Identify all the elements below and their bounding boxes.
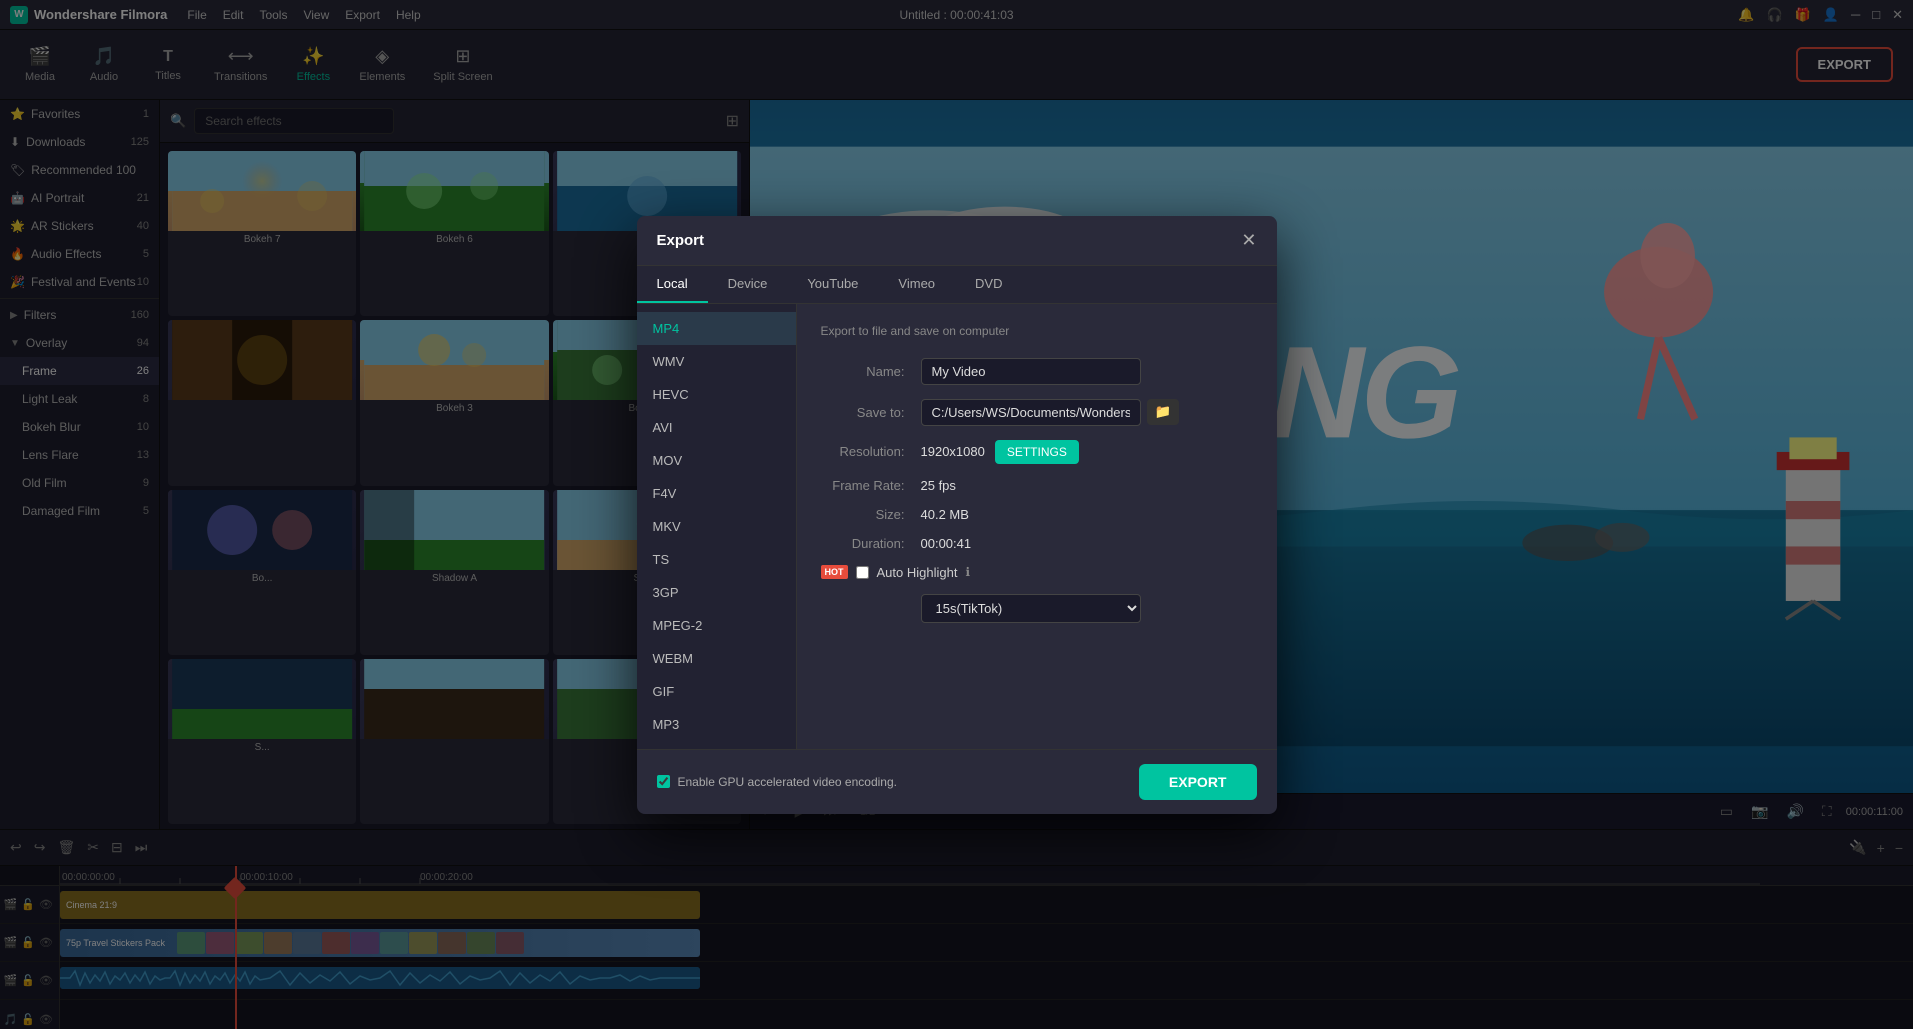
name-setting-row: Name:	[821, 358, 1253, 385]
size-label: Size:	[821, 507, 921, 522]
frame-rate-label: Frame Rate:	[821, 478, 921, 493]
duration-setting-row: Duration: 00:00:41	[821, 536, 1253, 551]
duration-label: Duration:	[821, 536, 921, 551]
modal-title: Export	[657, 232, 705, 249]
modal-tabs: Local Device YouTube Vimeo DVD	[637, 266, 1277, 304]
save-to-input[interactable]	[921, 399, 1141, 426]
format-gif[interactable]: GIF	[637, 675, 796, 708]
format-mkv[interactable]: MKV	[637, 510, 796, 543]
hot-badge: HOT	[821, 565, 848, 579]
format-hevc[interactable]: HEVC	[637, 378, 796, 411]
frame-rate-setting-row: Frame Rate: 25 fps	[821, 478, 1253, 493]
format-avi[interactable]: AVI	[637, 411, 796, 444]
export-description: Export to file and save on computer	[821, 324, 1253, 338]
format-3gp[interactable]: 3GP	[637, 576, 796, 609]
size-value: 40.2 MB	[921, 507, 969, 522]
browse-folder-btn[interactable]: 📁	[1147, 399, 1180, 425]
frame-rate-value: 25 fps	[921, 478, 956, 493]
highlight-duration-select[interactable]: 15s(TikTok)	[921, 594, 1141, 623]
tab-dvd[interactable]: DVD	[955, 266, 1022, 303]
auto-highlight-row: HOT Auto Highlight ℹ	[821, 565, 1253, 580]
format-wmv[interactable]: WMV	[637, 345, 796, 378]
format-mpeg2[interactable]: MPEG-2	[637, 609, 796, 642]
format-list: MP4 WMV HEVC AVI MOV F4V MKV TS 3GP MPEG…	[637, 304, 797, 749]
tab-local[interactable]: Local	[637, 266, 708, 303]
duration-value: 00:00:41	[921, 536, 972, 551]
tab-vimeo[interactable]: Vimeo	[878, 266, 955, 303]
auto-highlight-label: Auto Highlight	[877, 565, 958, 580]
export-modal: Export ✕ Local Device YouTube Vimeo DVD …	[637, 216, 1277, 814]
format-ts[interactable]: TS	[637, 543, 796, 576]
export-action-button[interactable]: EXPORT	[1139, 764, 1257, 800]
tab-device[interactable]: Device	[708, 266, 788, 303]
format-mp4[interactable]: MP4	[637, 312, 796, 345]
auto-highlight-checkbox[interactable]	[856, 566, 869, 579]
save-to-label: Save to:	[821, 405, 921, 420]
format-f4v[interactable]: F4V	[637, 477, 796, 510]
info-icon: ℹ	[965, 565, 970, 579]
modal-close-btn[interactable]: ✕	[1241, 230, 1256, 251]
modal-overlay: Export ✕ Local Device YouTube Vimeo DVD …	[0, 0, 1913, 1029]
modal-header: Export ✕	[637, 216, 1277, 266]
format-mp3[interactable]: MP3	[637, 708, 796, 741]
name-label: Name:	[821, 364, 921, 379]
gpu-checkbox[interactable]	[657, 775, 670, 788]
name-input[interactable]	[921, 358, 1141, 385]
size-setting-row: Size: 40.2 MB	[821, 507, 1253, 522]
resolution-label: Resolution:	[821, 444, 921, 459]
tab-youtube[interactable]: YouTube	[787, 266, 878, 303]
gpu-label: Enable GPU accelerated video encoding.	[678, 775, 897, 789]
export-settings: Export to file and save on computer Name…	[797, 304, 1277, 749]
modal-footer: Enable GPU accelerated video encoding. E…	[637, 749, 1277, 814]
resolution-settings-btn[interactable]: SETTINGS	[995, 440, 1079, 464]
format-webm[interactable]: WEBM	[637, 642, 796, 675]
highlight-dropdown-row: 15s(TikTok)	[821, 594, 1253, 623]
gpu-check-row: Enable GPU accelerated video encoding.	[657, 775, 897, 789]
resolution-value: 1920x1080	[921, 444, 985, 459]
modal-body: MP4 WMV HEVC AVI MOV F4V MKV TS 3GP MPEG…	[637, 304, 1277, 749]
format-mov[interactable]: MOV	[637, 444, 796, 477]
resolution-setting-row: Resolution: 1920x1080 SETTINGS	[821, 440, 1253, 464]
save-to-setting-row: Save to: 📁	[821, 399, 1253, 426]
